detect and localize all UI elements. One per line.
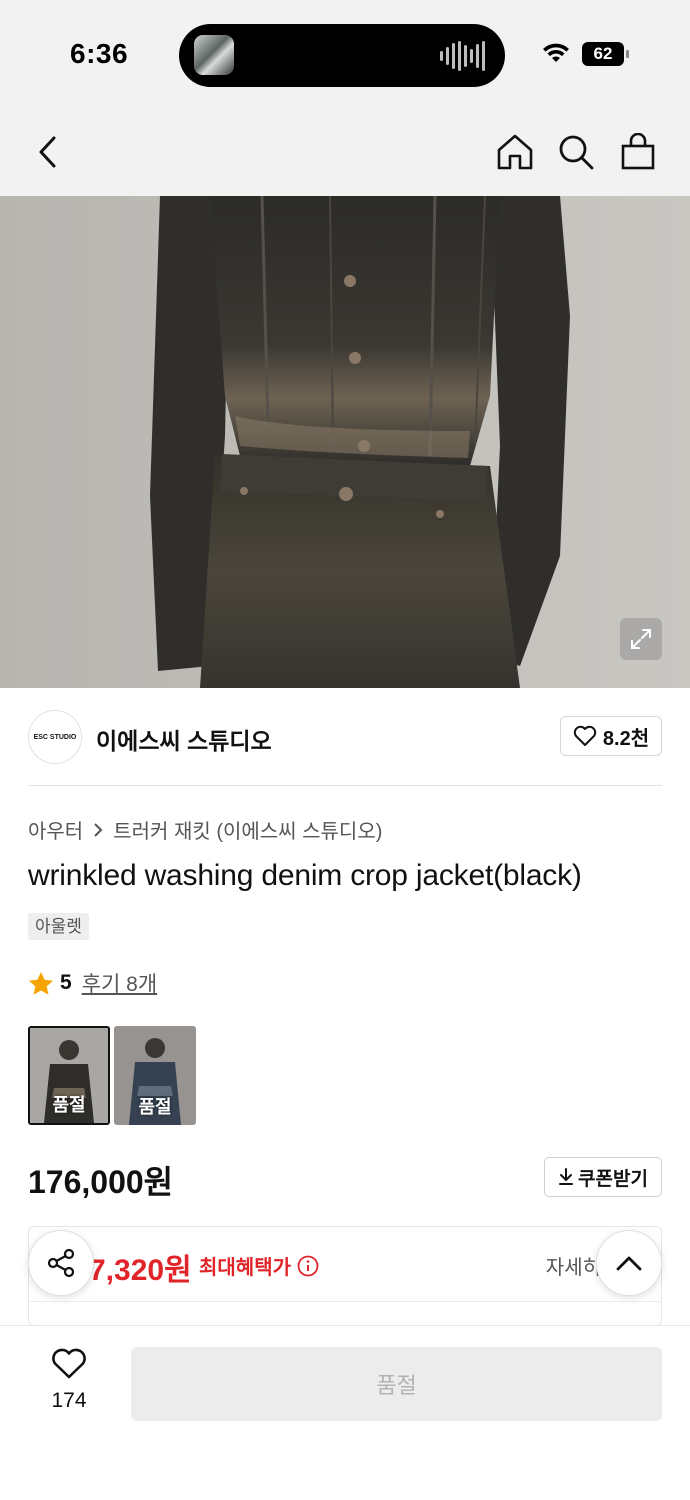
share-icon — [47, 1248, 75, 1278]
rating-score: 5 — [60, 971, 72, 994]
home-icon — [497, 134, 533, 170]
search-icon — [559, 135, 594, 170]
option-blue[interactable]: 품절 — [114, 1026, 196, 1125]
brand-like-count: 8.2천 — [602, 727, 650, 750]
star-icon — [29, 971, 53, 995]
battery-icon: 62 — [582, 42, 629, 66]
product-price: 176,000원 — [28, 1164, 174, 1200]
brand-name[interactable]: 이에스씨 스튜디오 — [96, 722, 272, 756]
coupon-button[interactable]: 쿠폰받기 — [544, 1157, 662, 1197]
option-soldout-label: 품절 — [138, 1097, 172, 1117]
breadcrumb-category[interactable]: 아우터 — [28, 815, 83, 844]
search-button[interactable] — [554, 130, 598, 174]
wishlist-count: 174 — [51, 1389, 87, 1412]
dynamic-island — [179, 24, 505, 87]
info-icon[interactable] — [297, 1255, 319, 1277]
zoom-button[interactable] — [620, 618, 662, 660]
wifi-icon — [543, 43, 569, 62]
heart-icon — [573, 725, 597, 746]
brand-row[interactable]: ESC STUDIO 이에스씨 스튜디오 8.2천 — [28, 708, 662, 786]
outlet-tag: 아울렛 — [28, 913, 89, 940]
back-icon — [39, 136, 56, 168]
heart-icon — [52, 1348, 86, 1379]
scroll-top-button[interactable] — [596, 1230, 662, 1296]
expand-icon — [631, 629, 651, 649]
color-options: 품절 품절 — [28, 1026, 196, 1125]
download-icon — [559, 1168, 574, 1185]
top-nav — [0, 108, 690, 196]
home-button[interactable] — [493, 130, 537, 174]
option-soldout-label: 품절 — [52, 1095, 86, 1115]
product-title: wrinkled washing denim crop jacket(black… — [28, 859, 582, 892]
product-photo — [0, 196, 690, 688]
max-benefit-price: 7,320원 — [89, 1254, 192, 1287]
max-benefit-label: 최대혜택가 — [199, 1251, 319, 1280]
breadcrumb: 아우터 트러커 재킷 (이에스씨 스튜디오) — [28, 815, 382, 844]
option-black[interactable]: 품절 — [28, 1026, 110, 1125]
divider — [29, 1301, 661, 1302]
brand-like-button[interactable]: 8.2천 — [560, 716, 662, 756]
shopping-bag-icon — [621, 133, 655, 170]
coupon-label: 쿠폰받기 — [578, 1168, 648, 1190]
chevron-right-icon — [94, 822, 103, 837]
wishlist-button[interactable]: 174 — [38, 1348, 100, 1413]
status-time: 6:36 — [70, 38, 129, 69]
cart-button[interactable] — [616, 130, 660, 174]
audio-wave-icon — [440, 41, 485, 71]
rating: 5 후기 8개 — [28, 968, 157, 998]
share-button[interactable] — [28, 1230, 94, 1296]
max-benefit-box[interactable]: 7,320원 최대혜택가 자세히 — [28, 1226, 662, 1326]
benefit-detail-link[interactable]: 자세히 — [546, 1251, 601, 1280]
max-benefit-text: 최대혜택가 — [199, 1257, 291, 1279]
back-button[interactable] — [26, 130, 70, 174]
status-bar: 6:36 62 — [0, 0, 690, 108]
review-link[interactable]: 후기 8개 — [82, 968, 157, 998]
status-indicators: 62 — [542, 42, 629, 66]
bottom-action-bar: 174 품절 — [0, 1325, 690, 1500]
battery-level: 62 — [593, 44, 613, 63]
brand-logo[interactable]: ESC STUDIO — [28, 710, 82, 764]
chevron-up-icon — [616, 1256, 642, 1271]
product-image[interactable] — [0, 196, 690, 688]
breadcrumb-subcategory[interactable]: 트러커 재킷 (이에스씨 스튜디오) — [113, 815, 382, 844]
now-playing-thumbnail — [194, 35, 234, 75]
buy-button[interactable]: 품절 — [131, 1347, 662, 1421]
